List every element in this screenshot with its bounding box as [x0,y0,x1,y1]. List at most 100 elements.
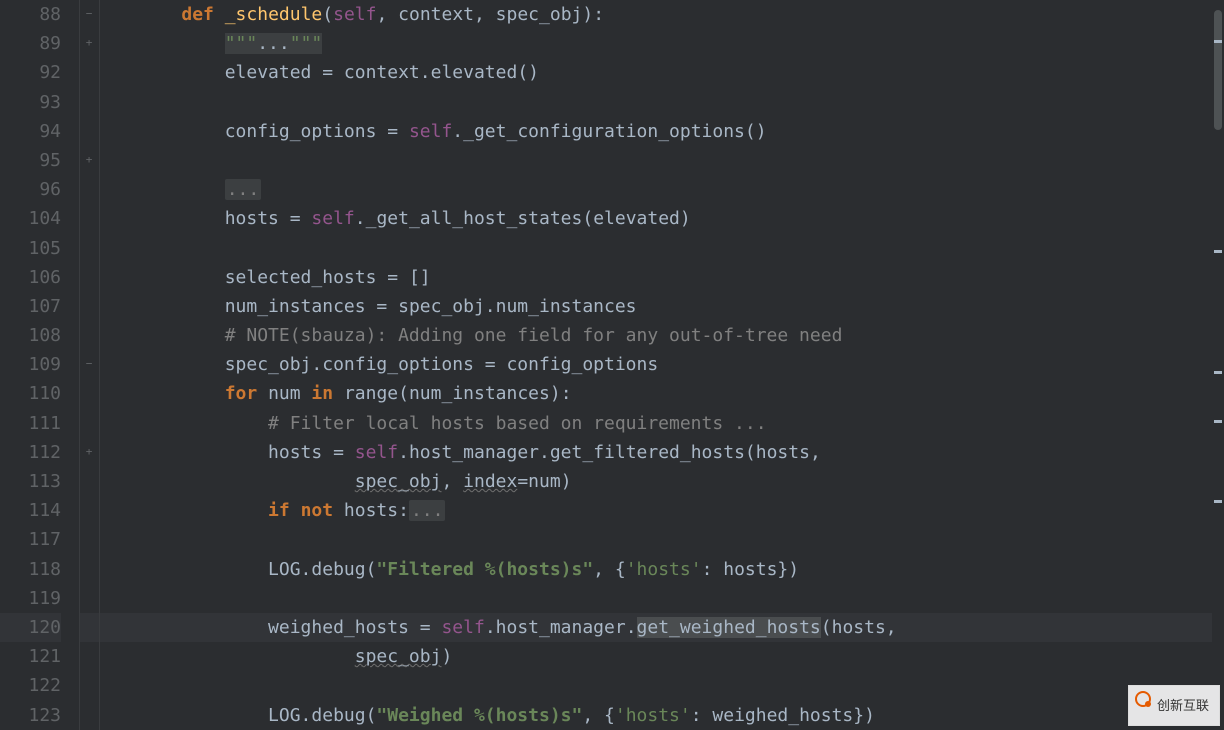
indent-spacer [100,701,138,730]
code-line[interactable]: selected_hosts = [] [138,263,1224,292]
code-line[interactable]: spec_obj) [138,642,1224,671]
code-token: self [441,617,484,638]
code-token: } [853,705,864,726]
code-token: , [441,471,463,492]
line-number: 96 [0,175,61,204]
fold-collapse-icon[interactable]: − [82,7,96,21]
code-token: ( [582,208,593,229]
fold-expand-icon[interactable]: + [82,153,96,167]
code-token: config_options [138,121,387,142]
code-line[interactable]: weighed_hosts = self.host_manager.get_we… [138,613,1224,642]
code-token [138,500,268,521]
fold-expand-icon[interactable]: + [82,445,96,459]
code-token [138,588,149,609]
line-number: 92 [0,58,61,87]
vertical-scrollbar[interactable] [1212,0,1224,730]
code-token: elevated [138,62,322,83]
code-line[interactable]: # Filter local hosts based on requiremen… [138,409,1224,438]
line-number: 123 [0,701,61,730]
code-line[interactable] [138,671,1224,700]
code-token: , [810,442,821,463]
code-token: LOG.debug [138,705,366,726]
code-line[interactable]: LOG.debug("Filtered %(hosts)s", {'hosts'… [138,555,1224,584]
code-token: hosts [138,208,290,229]
code-token: = [376,296,387,317]
indent-spacer [100,555,138,584]
line-number: 111 [0,409,61,438]
code-token [138,325,225,346]
line-number: 107 [0,292,61,321]
scrollbar-marker[interactable] [1214,250,1222,253]
code-token: """ [225,33,258,54]
code-token: def [181,4,224,25]
indent-spacer [100,88,138,117]
code-token: range [344,383,398,404]
line-number: 89 [0,29,61,58]
code-area[interactable]: def _schedule(self, context, spec_obj): … [138,0,1224,730]
code-editor[interactable]: 8889929394959610410510610710810911011111… [0,0,1224,730]
code-token: : hosts [702,559,778,580]
code-line[interactable]: config_options = self._get_configuration… [138,117,1224,146]
line-number: 119 [0,584,61,613]
code-token: get_weighed_hosts [637,617,821,638]
line-number: 113 [0,467,61,496]
fold-collapse-icon[interactable]: − [82,357,96,371]
code-line[interactable] [138,584,1224,613]
code-line[interactable]: def _schedule(self, context, spec_obj): [138,0,1224,29]
line-number: 117 [0,525,61,554]
code-line[interactable]: spec_obj.config_options = config_options [138,350,1224,379]
code-token: , context, spec_obj [376,4,582,25]
scrollbar-marker[interactable] [1214,500,1222,503]
indent-spacer [100,146,138,175]
code-line[interactable] [138,146,1224,175]
code-line[interactable] [138,525,1224,554]
line-number: 112 [0,438,61,467]
code-line[interactable]: elevated = context.elevated() [138,58,1224,87]
code-line[interactable]: for num in range(num_instances): [138,379,1224,408]
code-token [431,617,442,638]
code-line[interactable]: spec_obj, index=num) [138,467,1224,496]
code-token: num [268,383,311,404]
indent-spacer [100,379,138,408]
code-line[interactable]: # NOTE(sbauza): Adding one field for any… [138,321,1224,350]
watermark-badge: 创新互联 [1128,685,1220,726]
scrollbar-marker[interactable] [1214,371,1222,374]
code-line[interactable] [138,88,1224,117]
code-line[interactable]: ... [138,175,1224,204]
code-line[interactable]: hosts = self._get_all_host_states(elevat… [138,204,1224,233]
code-token: "Filtered %(hosts)s" [376,559,593,580]
scrollbar-marker[interactable] [1214,420,1222,423]
line-number: 88 [0,0,61,29]
indent-spacer [100,117,138,146]
code-line[interactable]: num_instances = spec_obj.num_instances [138,292,1224,321]
code-token: [ [409,267,420,288]
code-line[interactable]: hosts = self.host_manager.get_filtered_h… [138,438,1224,467]
code-token: ( [322,4,333,25]
code-token: self [311,208,354,229]
code-token: , [886,617,897,638]
line-number: 104 [0,204,61,233]
scrollbar-marker[interactable] [1214,40,1222,43]
fold-column[interactable]: − + + − + [80,0,100,730]
line-number: 121 [0,642,61,671]
line-number: 93 [0,88,61,117]
code-token: hosts [138,442,333,463]
line-number: 95 [0,146,61,175]
scrollbar-thumb[interactable] [1214,10,1222,130]
code-token: spec_obj.config_options [138,354,485,375]
code-token: : [398,500,409,521]
code-token: : [561,383,572,404]
code-token: ) [561,471,572,492]
indent-spacer [100,496,138,525]
code-line[interactable] [138,234,1224,263]
code-line[interactable]: LOG.debug("Weighed %(hosts)s", {'hosts':… [138,701,1224,730]
code-token: spec_obj [355,646,442,667]
code-token: ._get_all_host_states [355,208,583,229]
code-token: () [517,62,539,83]
code-token: ... [409,500,446,521]
code-token: spec_obj [355,471,442,492]
code-line[interactable]: """...""" [138,29,1224,58]
code-token: 'hosts' [615,705,691,726]
fold-expand-icon[interactable]: + [82,36,96,50]
code-line[interactable]: if not hosts:... [138,496,1224,525]
